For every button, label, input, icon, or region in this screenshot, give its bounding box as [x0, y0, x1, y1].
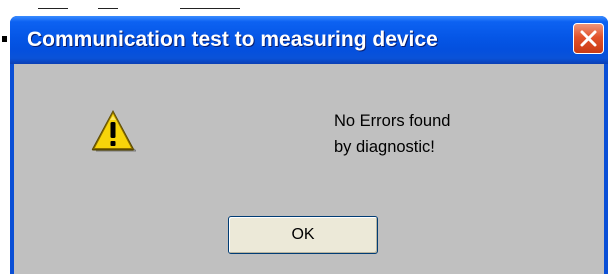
- background-window-edge: [98, 8, 118, 9]
- background-window-edge: [38, 8, 68, 9]
- warning-icon: [91, 110, 136, 152]
- screen: Communication test to measuring device N…: [0, 0, 610, 276]
- background-window-edge: [180, 8, 240, 9]
- background-window: [0, 0, 610, 12]
- dialog-title: Communication test to measuring device: [27, 28, 438, 51]
- message-line: by diagnostic!: [334, 138, 435, 156]
- message-line: No Errors found: [334, 112, 451, 130]
- message-text: No Errors found by diagnostic!: [334, 108, 450, 160]
- title-bar[interactable]: Communication test to measuring device: [10, 16, 608, 64]
- message-dialog: Communication test to measuring device N…: [10, 16, 608, 274]
- close-button[interactable]: [573, 23, 604, 54]
- close-icon: [580, 30, 597, 47]
- ok-button[interactable]: OK: [228, 216, 378, 254]
- background-window-mark: [2, 36, 7, 42]
- dialog-body: No Errors found by diagnostic! OK: [14, 64, 604, 274]
